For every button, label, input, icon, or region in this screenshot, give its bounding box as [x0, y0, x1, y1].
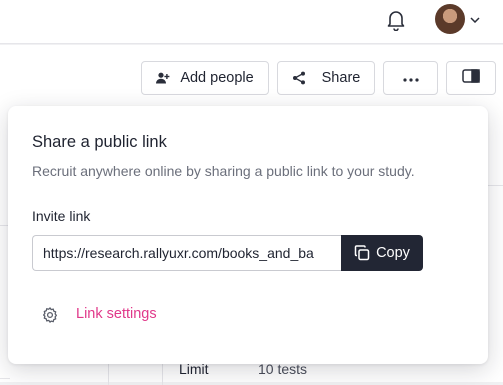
- popover-title: Share a public link: [32, 133, 167, 151]
- share-popover: Share a public link Recruit anywhere onl…: [8, 106, 488, 364]
- add-person-icon: [156, 72, 170, 84]
- sidebar-panel-icon: [462, 69, 480, 87]
- more-horizontal-icon: [402, 70, 419, 86]
- link-settings-link[interactable]: Link settings: [76, 306, 157, 322]
- add-people-button[interactable]: Add people: [141, 61, 269, 95]
- copy-icon: [354, 245, 370, 261]
- chevron-down-icon[interactable]: [470, 16, 480, 24]
- background-divider: [0, 378, 10, 379]
- share-button[interactable]: Share: [277, 61, 375, 95]
- copy-button[interactable]: Copy: [341, 235, 423, 271]
- user-avatar[interactable]: [435, 4, 465, 34]
- bell-icon[interactable]: [384, 7, 408, 33]
- popover-description: Recruit anywhere online by sharing a pub…: [32, 163, 415, 179]
- invite-link-label: Invite link: [32, 208, 91, 224]
- invite-link-input[interactable]: [32, 235, 342, 271]
- add-people-label: Add people: [180, 70, 254, 86]
- share-label: Share: [321, 70, 361, 86]
- share-icon: [292, 71, 306, 85]
- gear-icon[interactable]: [40, 305, 60, 325]
- top-bar: [0, 0, 503, 44]
- copy-label: Copy: [376, 245, 410, 261]
- more-options-button[interactable]: [383, 61, 438, 95]
- background-divider: [488, 185, 503, 186]
- toggle-panel-button[interactable]: [446, 61, 496, 95]
